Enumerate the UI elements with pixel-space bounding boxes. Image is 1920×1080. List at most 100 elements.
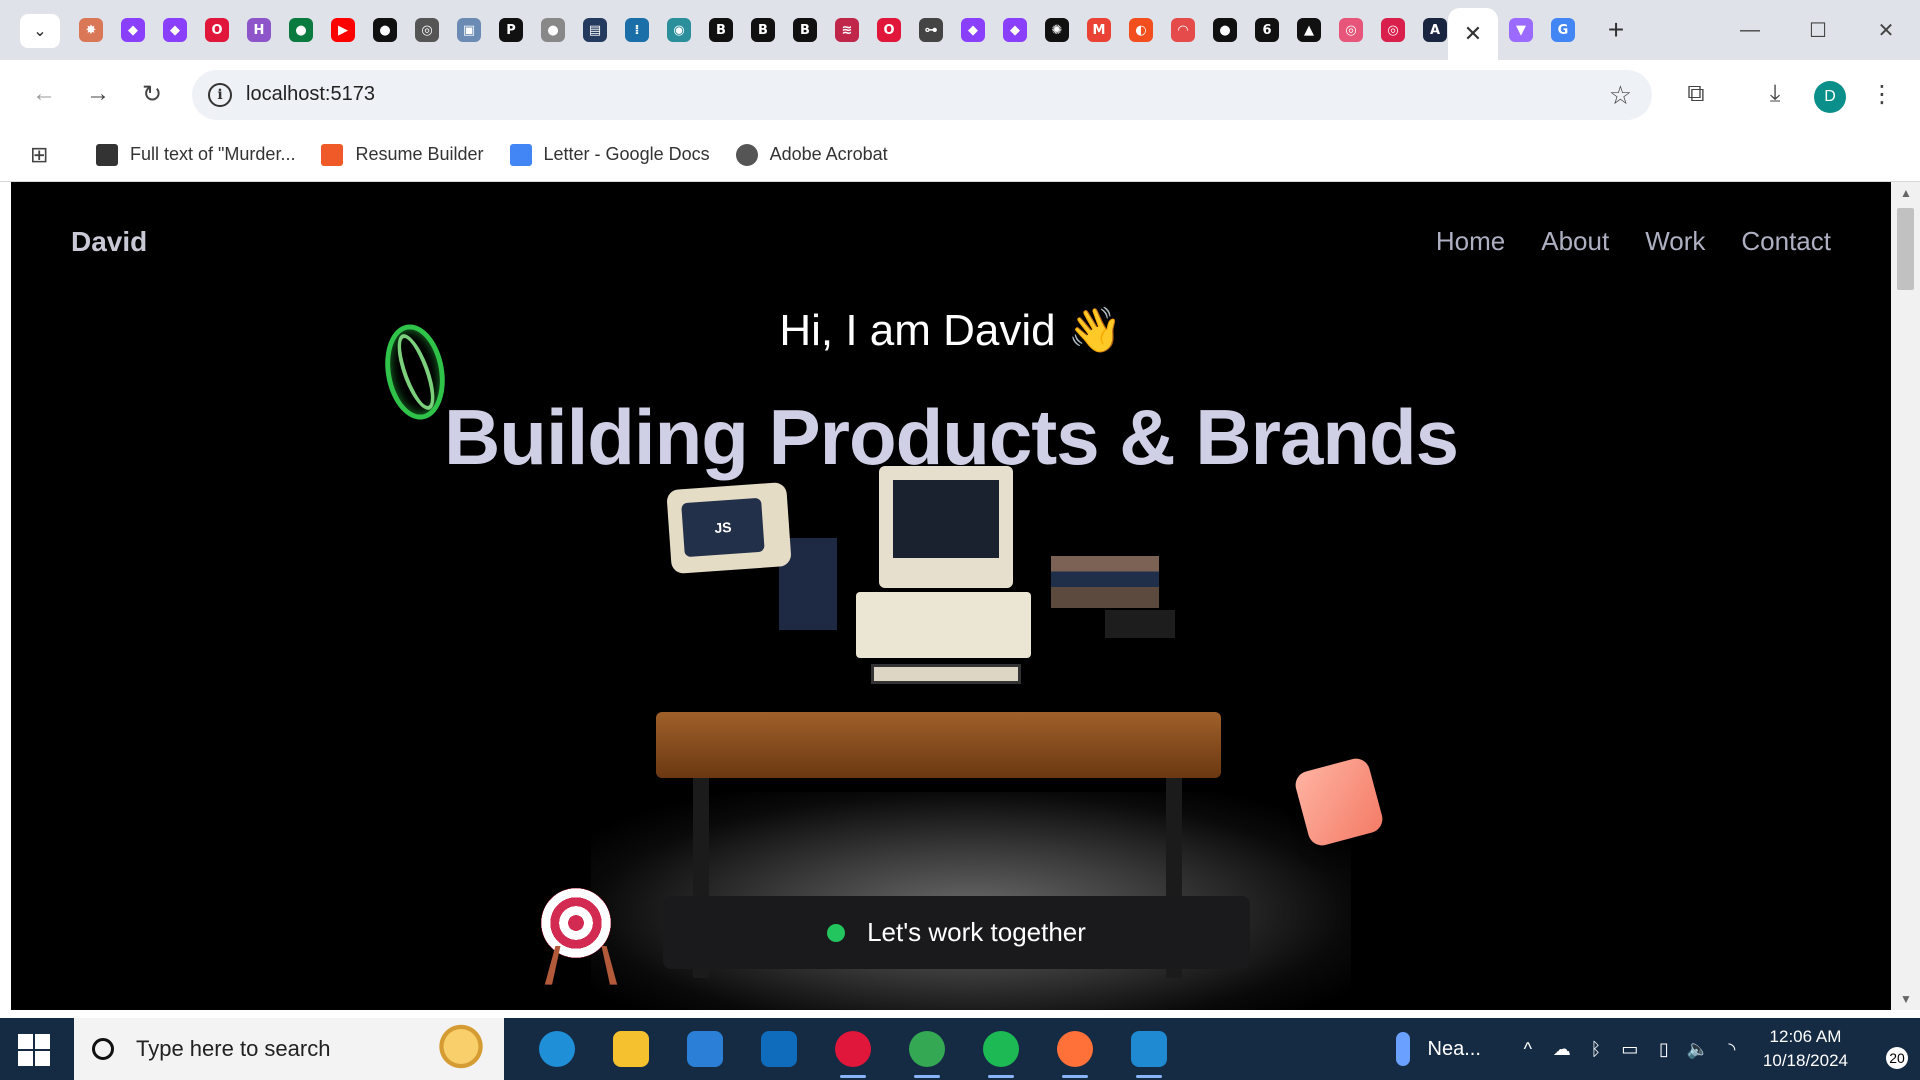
figma-tab[interactable]: ◐: [1120, 10, 1162, 50]
search-icon: [92, 1038, 114, 1060]
status-dot-icon: [827, 923, 846, 942]
eye-tab[interactable]: ◉: [658, 10, 700, 50]
battery-icon[interactable]: ▯: [1647, 1039, 1681, 1060]
github-tab-2[interactable]: ●: [1204, 10, 1246, 50]
eye-tab-favicon-icon: ◉: [667, 18, 691, 42]
target-tab-2[interactable]: ◎: [1372, 10, 1414, 50]
browser-menu-icon[interactable]: ⋮: [1862, 74, 1902, 114]
show-hidden-icons[interactable]: ^: [1511, 1039, 1545, 1060]
globe-tab[interactable]: ●: [532, 10, 574, 50]
page-viewport: David Home About Work Contact Hi, I am D…: [11, 182, 1891, 1010]
h-tab[interactable]: H: [238, 10, 280, 50]
profile-avatar[interactable]: D: [1814, 81, 1846, 113]
google-tab-favicon-icon: G: [1551, 18, 1575, 42]
close-tab-icon[interactable]: ✕: [1464, 21, 1482, 47]
six-tab[interactable]: 6: [1246, 10, 1288, 50]
scroll-down-icon[interactable]: ▼: [1900, 992, 1912, 1006]
scroll-thumb[interactable]: [1897, 208, 1914, 290]
p-tab[interactable]: P: [490, 10, 532, 50]
taskbar-chrome[interactable]: [890, 1018, 964, 1080]
hashnode-tab-2[interactable]: ◆: [154, 10, 196, 50]
doc-tab[interactable]: ▤: [574, 10, 616, 50]
taskbar-spotify[interactable]: [964, 1018, 1038, 1080]
target-tab-2-favicon-icon: ◎: [1381, 18, 1405, 42]
vite-tab[interactable]: ▼: [1500, 10, 1542, 50]
rainbow-tab[interactable]: ◠: [1162, 10, 1204, 50]
onedrive-icon[interactable]: ☁: [1545, 1039, 1579, 1060]
taskbar-opera[interactable]: [816, 1018, 890, 1080]
hashnode-tab-1[interactable]: ◆: [112, 10, 154, 50]
taskbar-firefox[interactable]: [1038, 1018, 1112, 1080]
close-window-button[interactable]: ✕: [1852, 0, 1920, 60]
gitpod-tab[interactable]: ◎: [406, 10, 448, 50]
google-tab[interactable]: G: [1542, 10, 1584, 50]
youtube-tab[interactable]: ▶: [322, 10, 364, 50]
search-placeholder: Type here to search: [136, 1036, 331, 1061]
work-together-button[interactable]: Let's work together: [663, 896, 1250, 969]
reload-button[interactable]: ↻: [132, 74, 172, 114]
notification-count: 20: [1886, 1047, 1908, 1069]
target-tab-1-favicon-icon: ◎: [1339, 18, 1363, 42]
bold-tab-3[interactable]: B: [784, 10, 826, 50]
bookmark-item[interactable]: Adobe Acrobat: [735, 143, 888, 166]
wifi-icon[interactable]: ◝: [1715, 1039, 1749, 1060]
openai-tab[interactable]: ✺: [1036, 10, 1078, 50]
hero-greeting: Hi, I am David 👋: [779, 306, 1123, 355]
active-tab[interactable]: ✕: [1448, 8, 1498, 60]
notifications-button[interactable]: 20: [1866, 1029, 1908, 1069]
taskbar-microsoft-store[interactable]: [668, 1018, 742, 1080]
volume-icon[interactable]: 🔈: [1681, 1039, 1715, 1060]
bluetooth-icon[interactable]: ᛒ: [1579, 1039, 1613, 1060]
taskbar-search[interactable]: Type here to search: [74, 1018, 504, 1080]
back-button[interactable]: ←: [24, 74, 64, 114]
nav-contact[interactable]: Contact: [1741, 226, 1831, 257]
hashnode-tab-3[interactable]: ◆: [952, 10, 994, 50]
taskbar-file-explorer[interactable]: [594, 1018, 668, 1080]
nav-about[interactable]: About: [1541, 226, 1609, 257]
minimize-button[interactable]: —: [1716, 0, 1784, 60]
weather-widget[interactable]: Nea...: [1395, 1032, 1481, 1066]
flag-tab[interactable]: ≋: [826, 10, 868, 50]
extensions-icon[interactable]: ⧉: [1676, 74, 1716, 114]
site-info-icon[interactable]: i: [208, 83, 232, 107]
opera-tab-2[interactable]: O: [868, 10, 910, 50]
bookmark-item[interactable]: Resume Builder: [321, 143, 484, 166]
downloads-icon[interactable]: ⤓: [1755, 74, 1795, 114]
site-logo[interactable]: David: [71, 226, 147, 258]
target-tab-1[interactable]: ◎: [1330, 10, 1372, 50]
url-text[interactable]: localhost:5173: [246, 83, 375, 106]
apps-grid-icon[interactable]: ⊞: [30, 142, 70, 168]
claude-tab[interactable]: ✸: [70, 10, 112, 50]
page-scrollbar[interactable]: ▲ ▼: [1891, 182, 1920, 1010]
taskbar-edge[interactable]: [520, 1018, 594, 1080]
bookmark-item[interactable]: Full text of "Murder...: [96, 143, 295, 166]
ai-tab-favicon-icon: A: [1423, 18, 1447, 42]
address-bar[interactable]: i localhost:5173 ☆: [192, 70, 1652, 120]
gmail-tab[interactable]: M: [1078, 10, 1120, 50]
triangle-tab[interactable]: ▲: [1288, 10, 1330, 50]
scroll-up-icon[interactable]: ▲: [1900, 186, 1912, 200]
tab-search-button[interactable]: ⌄: [20, 14, 60, 48]
mongodb-tab[interactable]: ●: [280, 10, 322, 50]
start-button[interactable]: [18, 1034, 50, 1066]
nav-work[interactable]: Work: [1645, 226, 1705, 257]
image-tab[interactable]: ▣: [448, 10, 490, 50]
taskbar-outlook[interactable]: [742, 1018, 816, 1080]
bookmark-star-icon[interactable]: ☆: [1609, 80, 1632, 111]
clock[interactable]: 12:06 AM 10/18/2024: [1763, 1025, 1848, 1073]
meet-now-icon[interactable]: ▭: [1613, 1039, 1647, 1060]
github-tab-1[interactable]: ●: [364, 10, 406, 50]
cisco-tab[interactable]: ⁞: [616, 10, 658, 50]
opera-tab[interactable]: O: [196, 10, 238, 50]
bold-tab-1[interactable]: B: [700, 10, 742, 50]
hashnode-tab-4[interactable]: ◆: [994, 10, 1036, 50]
bookmark-item[interactable]: Letter - Google Docs: [509, 143, 710, 166]
new-tab-button[interactable]: +: [1598, 12, 1634, 48]
maximize-button[interactable]: ☐: [1784, 0, 1852, 60]
nav-home[interactable]: Home: [1436, 226, 1505, 257]
forward-button[interactable]: →: [78, 74, 118, 114]
bold-tab-2[interactable]: B: [742, 10, 784, 50]
key-tab[interactable]: ⊶: [910, 10, 952, 50]
browser-toolbar: ← → ↻ i localhost:5173 ☆ ⧉ ⤓ ⋮: [0, 60, 1920, 128]
taskbar-vscode[interactable]: [1112, 1018, 1186, 1080]
